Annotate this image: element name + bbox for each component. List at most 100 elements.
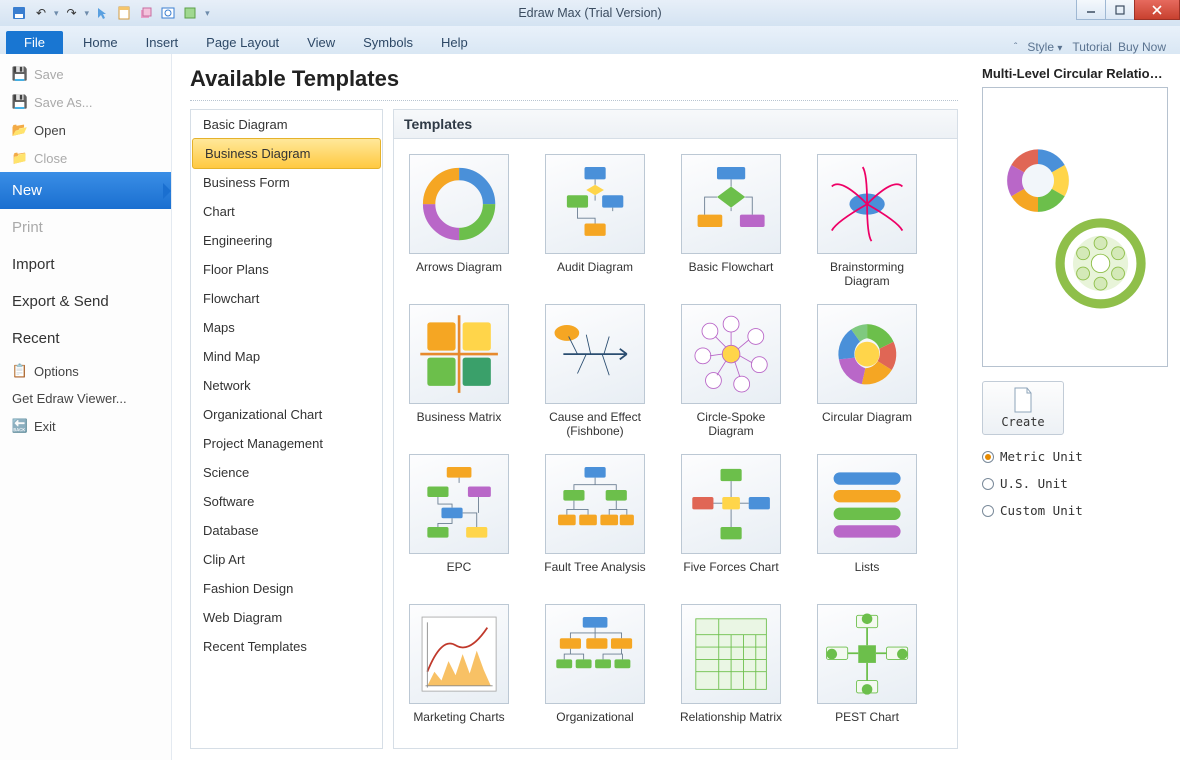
minimize-ribbon-icon[interactable]: ˆ [1014,42,1021,53]
template-card[interactable]: Cause and Effect (Fishbone) [534,299,656,443]
template-card[interactable]: Lists [806,449,928,593]
templates-area: Templates Arrows Diagram Audit Diagram Bas… [393,109,958,749]
category-item[interactable]: Business Form [191,168,382,197]
unit-us[interactable]: U.S. Unit [982,476,1168,491]
save-as-icon: 💾 [12,94,28,110]
close-button[interactable] [1134,0,1180,20]
sidebar-item-recent[interactable]: Recent [0,320,171,357]
template-label: Circular Diagram [822,410,912,438]
tab-view[interactable]: View [293,31,349,54]
template-thumbnail [409,454,509,554]
template-label: Arrows Diagram [416,260,502,288]
template-card[interactable]: Five Forces Chart [670,449,792,593]
category-item[interactable]: Basic Diagram [191,110,382,139]
category-item[interactable]: Organizational Chart [191,400,382,429]
template-card[interactable]: Brainstorming Diagram [806,149,928,293]
sidebar-item-new[interactable]: New [0,172,171,209]
category-item[interactable]: Project Management [191,429,382,458]
template-card[interactable]: PEST Chart [806,599,928,743]
titlebar: ↶ ▾ ↷ ▾ ▾ Edraw Max (Trial Version) [0,0,1180,26]
sidebar-item-exit[interactable]: 🔙Exit [0,412,171,440]
sidebar-item-export[interactable]: Export & Send [0,283,171,320]
template-card[interactable]: Relationship Matrix [670,599,792,743]
insert-icon[interactable] [181,4,199,22]
template-thumbnail [409,304,509,404]
unit-metric[interactable]: Metric Unit [982,449,1168,464]
sidebar-item-save[interactable]: 💾Save [0,60,171,88]
template-thumbnail [681,454,781,554]
template-label: Lists [855,560,880,588]
create-button[interactable]: Create [982,381,1064,435]
unit-custom[interactable]: Custom Unit [982,503,1168,518]
sidebar-item-save-as[interactable]: 💾Save As... [0,88,171,116]
sidebar-item-get-viewer[interactable]: Get Edraw Viewer... [0,385,171,412]
page-setup-icon[interactable] [115,4,133,22]
category-item[interactable]: Business Diagram [192,138,381,169]
template-card[interactable]: Circle-Spoke Diagram [670,299,792,443]
tab-page-layout[interactable]: Page Layout [192,31,293,54]
template-thumbnail [817,304,917,404]
backstage-view: 💾Save 💾Save As... 📂Open 📁Close New Print… [0,54,1180,760]
template-card[interactable]: Audit Diagram [534,149,656,293]
template-card[interactable]: Organizational [534,599,656,743]
template-card[interactable]: Circular Diagram [806,299,928,443]
ribbon-tabstrip: File Home Insert Page Layout View Symbol… [0,26,1180,54]
category-item[interactable]: Clip Art [191,545,382,574]
category-item[interactable]: Maps [191,313,382,342]
maximize-button[interactable] [1105,0,1135,20]
template-card[interactable]: EPC [398,449,520,593]
cursor-icon[interactable] [93,4,111,22]
tab-help[interactable]: Help [427,31,482,54]
minimize-button[interactable] [1076,0,1106,20]
category-item[interactable]: Recent Templates [191,632,382,661]
sidebar-item-close[interactable]: 📁Close [0,144,171,172]
tab-insert[interactable]: Insert [132,31,193,54]
template-thumbnail [545,304,645,404]
save-icon[interactable] [10,4,28,22]
layers-icon[interactable] [137,4,155,22]
ribbon-style[interactable]: Style ▾ [1027,40,1066,54]
templates-header: Templates [393,109,958,138]
template-label: Five Forces Chart [683,560,778,588]
category-item[interactable]: Engineering [191,226,382,255]
sidebar-item-import[interactable]: Import [0,246,171,283]
templates-scroll[interactable]: Arrows Diagram Audit Diagram Basic Flowcha… [393,138,958,749]
unit-radio-group: Metric Unit U.S. Unit Custom Unit [982,449,1168,518]
template-label: EPC [447,560,472,588]
preview-icon[interactable] [159,4,177,22]
template-label: PEST Chart [835,710,899,738]
category-item[interactable]: Web Diagram [191,603,382,632]
category-item[interactable]: Software [191,487,382,516]
template-card[interactable]: Marketing Charts [398,599,520,743]
category-item[interactable]: Science [191,458,382,487]
category-item[interactable]: Chart [191,197,382,226]
template-label: Audit Diagram [557,260,633,288]
ribbon-buy[interactable]: Buy Now [1118,40,1166,54]
template-card[interactable]: Arrows Diagram [398,149,520,293]
tab-symbols[interactable]: Symbols [349,31,427,54]
tab-file[interactable]: File [6,31,63,54]
category-item[interactable]: Fashion Design [191,574,382,603]
template-thumbnail [409,154,509,254]
category-item[interactable]: Network [191,371,382,400]
sidebar-item-open[interactable]: 📂Open [0,116,171,144]
category-item[interactable]: Flowchart [191,284,382,313]
template-card[interactable]: Business Matrix [398,299,520,443]
title-divider [190,100,958,101]
template-label: Organizational [556,710,633,738]
template-card[interactable]: Basic Flowchart [670,149,792,293]
radio-icon [982,451,994,463]
template-thumbnail [545,154,645,254]
ribbon-tutorial[interactable]: Tutorial [1072,40,1112,54]
undo-icon[interactable]: ↶ [32,4,50,22]
tab-home[interactable]: Home [69,31,132,54]
category-item[interactable]: Mind Map [191,342,382,371]
category-item[interactable]: Database [191,516,382,545]
template-category-list[interactable]: Basic DiagramBusiness DiagramBusiness Fo… [190,109,383,749]
sidebar-item-options[interactable]: 📋Options [0,357,171,385]
template-card[interactable]: Fault Tree Analysis [534,449,656,593]
category-item[interactable]: Floor Plans [191,255,382,284]
sidebar-item-print[interactable]: Print [0,209,171,246]
template-label: Marketing Charts [413,710,504,738]
redo-icon[interactable]: ↷ [63,4,81,22]
